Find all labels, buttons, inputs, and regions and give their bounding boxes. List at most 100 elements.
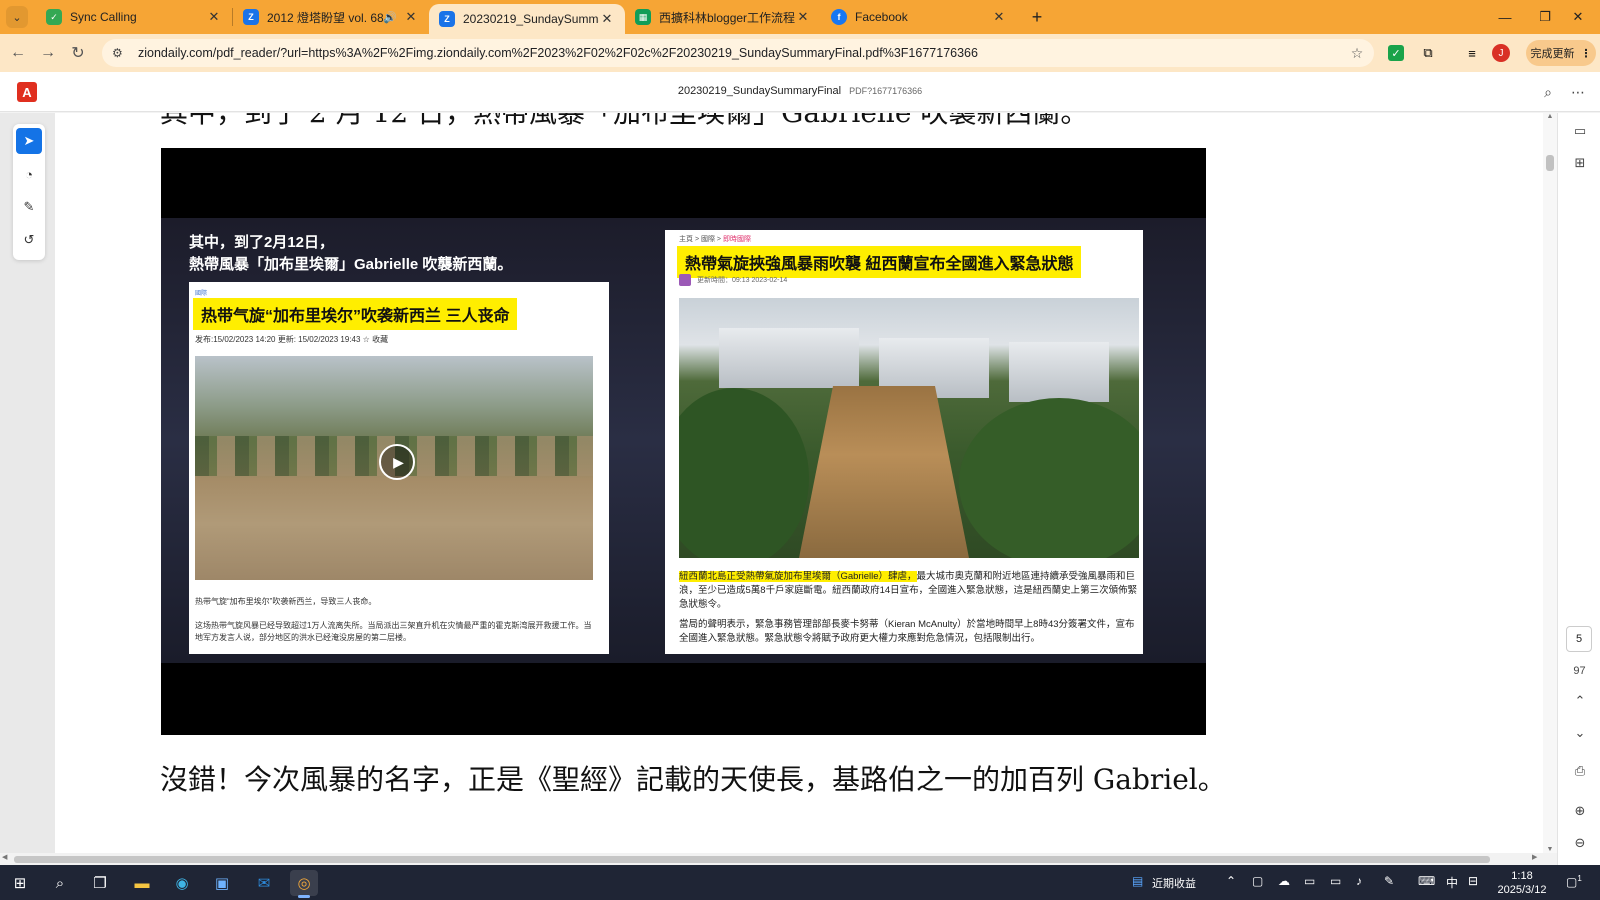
address-bar[interactable]: ⚙ ziondaily.com/pdf_reader/?url=https%3A…: [102, 39, 1374, 67]
widget-label[interactable]: 近期收益: [1152, 875, 1196, 891]
search-icon[interactable]: ⌕: [1538, 82, 1558, 102]
arrow-left-icon: ←: [10, 44, 26, 61]
back-button[interactable]: ←: [3, 38, 33, 68]
tab-facebook[interactable]: f Facebook ✕: [821, 0, 1017, 34]
bookmark-star-icon[interactable]: ☆: [1348, 45, 1366, 62]
keyboard-icon[interactable]: ⌨: [1418, 874, 1435, 888]
horizontal-scrollbar[interactable]: ◀ ▶: [0, 853, 1557, 865]
select-tool-button[interactable]: ➤: [16, 128, 42, 154]
taskbar-clock[interactable]: 1:18 2025/3/12: [1492, 869, 1552, 897]
new-tab-button[interactable]: +: [1023, 3, 1051, 31]
profile-avatar[interactable]: J: [1492, 44, 1510, 62]
news-card-right: 主頁 > 國際 > 即時國際 熱帶氣旋挾強風暴雨吹襲 紐西蘭宣布全國進入緊急狀態…: [665, 230, 1143, 654]
search-icon[interactable]: ⌕: [46, 870, 74, 896]
close-icon[interactable]: ✕: [403, 9, 419, 25]
scroll-left-arrow-icon[interactable]: ◀: [2, 853, 7, 861]
site-info-icon[interactable]: ⚙: [112, 46, 130, 60]
forward-button[interactable]: →: [33, 38, 63, 68]
tab-title: Facebook: [855, 10, 908, 24]
notification-count: 1: [1577, 874, 1582, 883]
task-view-icon[interactable]: ❐: [86, 870, 114, 896]
comment-tool-button[interactable]: ◔: [16, 161, 42, 187]
file-explorer-icon[interactable]: ▬: [128, 870, 156, 896]
play-icon[interactable]: ▶: [379, 444, 415, 480]
document-info-icon[interactable]: ⎙: [1570, 761, 1590, 781]
windows-taskbar: ⊞ ⌕ ❐ ▬ ◉ ▣ ✉ ◎ ▤ 近期收益 ⌃ ▢ ☁ ▭ ▭ ♪ ✎ ⌨ 中…: [0, 865, 1600, 900]
draw-tool-button[interactable]: ✎: [16, 194, 42, 220]
notification-icon[interactable]: ▢1: [1566, 874, 1582, 889]
scroll-right-arrow-icon[interactable]: ▶: [1532, 853, 1537, 861]
outlook-icon[interactable]: ✉: [250, 870, 278, 896]
start-windows-icon[interactable]: ⊞: [6, 870, 34, 896]
scroll-thumb[interactable]: [1546, 155, 1554, 171]
pdf-viewer-header: A 20230219_SundaySummaryFinal PDF?1677176…: [0, 72, 1600, 112]
embedded-video[interactable]: 其中，到了2月12日， 熱帶風暴「加布里埃爾」Gabrielle 吹襲新西蘭。 …: [161, 148, 1206, 735]
widget-chart-icon[interactable]: ▤: [1132, 874, 1143, 888]
breadcrumb-path: 主頁 > 國際 >: [679, 236, 723, 243]
tab-strip: ⌄ ✓ Sync Calling ✕ Z 2012 燈塔盼望 vol. 680 …: [0, 0, 1600, 34]
tab-blogger-workflow[interactable]: ▦ 西擴科林blogger工作流程 - Go ✕: [625, 0, 821, 34]
comments-icon[interactable]: ▭: [1570, 121, 1590, 141]
landslide-photo: [679, 298, 1139, 558]
thumbnails-grid-icon[interactable]: ⊞: [1570, 153, 1590, 173]
slide-caption-line-1: 其中，到了2月12日，: [189, 234, 335, 251]
close-window-button[interactable]: ✕: [1558, 0, 1598, 34]
category-tag: 國際: [195, 291, 208, 297]
body-paragraph-text: 沒錯！今次風暴的名字，正是《聖經》記載的天使長，基路伯之一的加百列 Gabrie…: [160, 763, 1226, 796]
extensions-puzzle-icon[interactable]: ⧉: [1418, 43, 1438, 63]
update-button[interactable]: 完成更新 ⋮: [1526, 40, 1596, 66]
extension-check-icon[interactable]: ✓: [1388, 45, 1404, 61]
chevron-up-icon[interactable]: ⌃: [1570, 691, 1590, 711]
more-horiz-icon[interactable]: ⋯: [1568, 82, 1588, 102]
chevron-up-icon[interactable]: ⌃: [1226, 874, 1236, 888]
tab-lighthouse[interactable]: Z 2012 燈塔盼望 vol. 680 — 🔊 ✕: [233, 0, 429, 34]
ziondaily-favicon-icon: Z: [243, 9, 259, 25]
highlighted-text: 紐西蘭北島正受熱帶氣旋加布里埃爾（Gabrielle）肆虐，: [679, 571, 917, 582]
ime-indicator[interactable]: 中: [1446, 874, 1458, 891]
tab-title: 20230219_SundaySummaryF: [463, 12, 599, 26]
vertical-scrollbar[interactable]: ▲ ▼: [1543, 113, 1557, 853]
scroll-up-arrow-icon[interactable]: ▲: [1543, 113, 1557, 120]
news-card-left: 國際 热带气旋“加布里埃尔”吹袭新西兰 三人丧命 发布:15/02/2023 1…: [189, 282, 609, 654]
edge-browser-icon[interactable]: ◉: [168, 870, 196, 896]
document-subtitle: PDF?1677176366: [849, 86, 923, 96]
pdf-content-area: 其中，到了 2 月 12 日， 熱帶風暴「加布里埃爾」Gabrielle 吹襲新西…: [0, 113, 1557, 853]
media-control-icon[interactable]: ≡: [1462, 43, 1482, 63]
current-page-input[interactable]: 5: [1566, 626, 1592, 652]
network-icon[interactable]: ▭: [1330, 874, 1341, 888]
tab-search-button[interactable]: ⌄: [6, 6, 28, 28]
breadcrumb-breaking: 即時國際: [722, 236, 751, 243]
zoom-out-icon[interactable]: ⊖: [1570, 833, 1590, 853]
pen-icon[interactable]: ✎: [1384, 874, 1394, 888]
right-tool-rail: ▭ ⊞ 5 97 ⌃ ⌄ ⎙ ⊕ ⊖: [1557, 113, 1600, 865]
reload-button[interactable]: ↻: [63, 38, 93, 68]
browser-toolbar: ← → ↻ ⚙ ziondaily.com/pdf_reader/?url=ht…: [0, 34, 1600, 72]
volume-icon[interactable]: ♪: [1356, 874, 1362, 888]
scroll-thumb[interactable]: [14, 856, 1490, 863]
breadcrumb: 主頁 > 國際 > 即時國際: [679, 234, 751, 244]
close-icon[interactable]: ✕: [795, 9, 811, 25]
battery-icon[interactable]: ▭: [1304, 874, 1315, 888]
onedrive-cloud-icon[interactable]: ☁: [1278, 874, 1290, 888]
chevron-down-icon[interactable]: ⌄: [1570, 723, 1590, 743]
article-paragraph: 當局的聲明表示，緊急事務管理部部長麥卡努蒂（Kieran McAnulty）於當…: [679, 619, 1135, 644]
close-icon[interactable]: ✕: [991, 9, 1007, 25]
store-icon[interactable]: ▣: [208, 870, 236, 896]
lasso-tool-button[interactable]: ↺: [16, 227, 42, 253]
chrome-icon[interactable]: ◎: [290, 870, 318, 898]
scroll-down-arrow-icon[interactable]: ▼: [1543, 846, 1557, 853]
slide-caption: 其中，到了2月12日， 熱帶風暴「加布里埃爾」Gabrielle 吹襲新西蘭。: [189, 232, 512, 276]
close-icon: ✕: [1572, 9, 1584, 24]
speaker-icon[interactable]: 🔊: [383, 11, 397, 24]
close-icon[interactable]: ✕: [206, 9, 222, 25]
ime-mode-icon[interactable]: ⊟: [1468, 874, 1478, 888]
sheets-favicon-icon: ▦: [635, 9, 651, 25]
tab-sunday-summary[interactable]: Z 20230219_SundaySummaryF ✕: [429, 4, 625, 34]
meet-now-icon[interactable]: ▢: [1252, 874, 1263, 888]
tab-sync-calling[interactable]: ✓ Sync Calling ✕: [36, 0, 232, 34]
close-icon[interactable]: ✕: [599, 11, 615, 27]
zoom-in-icon[interactable]: ⊕: [1570, 801, 1590, 821]
reload-icon: ↻: [71, 45, 85, 62]
update-label: 完成更新: [1530, 48, 1575, 60]
url-text[interactable]: ziondaily.com/pdf_reader/?url=https%3A%2…: [138, 46, 1348, 60]
